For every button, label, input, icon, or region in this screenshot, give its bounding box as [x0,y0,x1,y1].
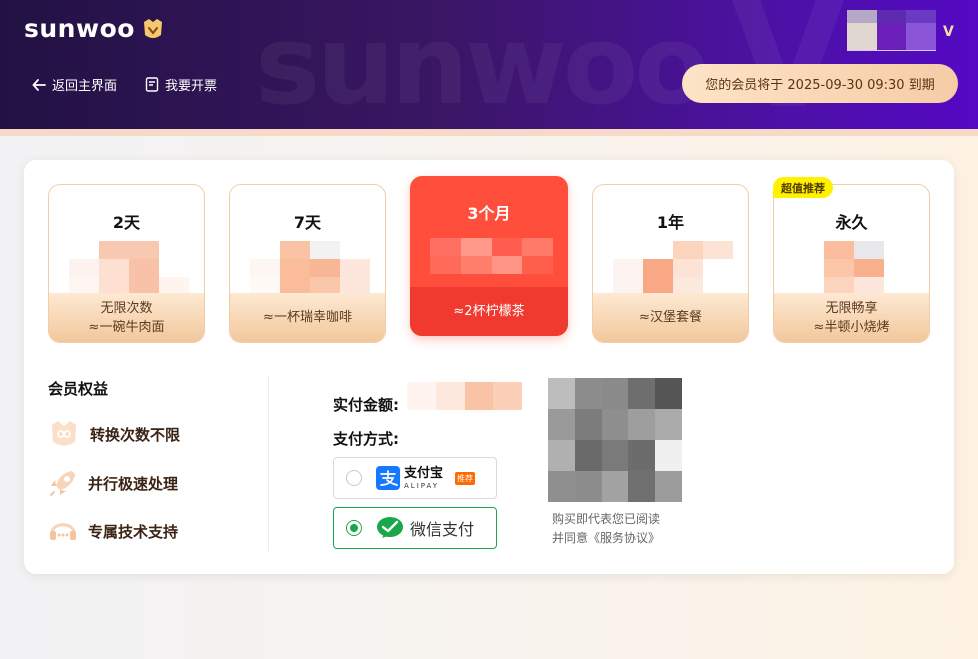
plan-desc-line2: ≈半顿小烧烤 [813,319,890,335]
agreement-text: 购买即代表您已阅读 并同意《服务协议》 [552,510,660,548]
rocket-icon [50,471,75,496]
plan-name: 7天 [293,213,322,232]
service-agreement-link[interactable]: 并同意《服务协议》 [552,529,660,548]
header-bar: sunwoo V sunwoo 返回主界面 我要开票 V 您的会员将于 2025… [0,0,978,129]
arrow-left-icon [32,78,46,91]
membership-expiry-pill: 您的会员将于 2025-09-30 09:30 到期 [682,64,958,103]
plan-desc-line1: 无限次数 [100,300,153,316]
plan-name: 1年 [656,213,685,232]
user-avatar[interactable] [847,10,936,51]
plan-desc-line2: ≈一碗牛肉面 [88,319,165,335]
invoice-button[interactable]: 我要开票 [145,75,217,94]
wechat-pay-name: 微信支付 [410,520,475,539]
alipay-name: 支付宝 [404,465,444,481]
benefit-item: 转换次数不限 [48,419,180,449]
alipay-radio[interactable] [346,470,362,486]
recommend-tag: 推荐 [455,471,476,485]
plan-card-lifetime[interactable]: 永久 无限畅享 ≈半顿小烧烤 [773,184,930,343]
headset-icon [50,523,76,540]
benefit-label: 转换次数不限 [90,425,181,444]
purchase-card: 2天 无限次数 ≈一碗牛肉面 7天 ≈一杯瑞幸咖啡 3个月 ≈2杯柠檬茶 1年 … [24,160,954,574]
payment-method-label: 支付方式: [333,430,399,448]
logo-text: sunwoo [24,14,135,43]
plan-description: ≈汉堡套餐 [593,293,748,342]
plan-desc-line1: ≈汉堡套餐 [639,310,702,325]
plan-desc-line1: ≈2杯柠檬茶 [453,304,525,319]
infinity-icon [52,421,76,446]
plan-card-7days[interactable]: 7天 ≈一杯瑞幸咖啡 [229,184,386,343]
plan-price-blurred [250,241,370,295]
plan-description: 无限次数 ≈一碗牛肉面 [49,293,204,342]
header-stripe [0,129,978,136]
plan-name: 3个月 [467,204,511,223]
plan-list: 2天 无限次数 ≈一碗牛肉面 7天 ≈一杯瑞幸咖啡 3个月 ≈2杯柠檬茶 1年 … [48,176,930,344]
plan-name: 永久 [835,213,868,232]
plan-description: ≈一杯瑞幸咖啡 [230,293,385,342]
plan-desc-line1: 无限畅享 [825,300,878,316]
back-to-main-button[interactable]: 返回主界面 [32,75,117,94]
plan-description: 无限畅享 ≈半顿小烧烤 [774,293,929,342]
crown-badge-icon [143,18,162,38]
plan-card-2days[interactable]: 2天 无限次数 ≈一碗牛肉面 [48,184,205,343]
agreement-line1: 购买即代表您已阅读 [552,512,661,526]
plan-desc-line1: ≈一杯瑞幸咖啡 [263,310,352,325]
back-label: 返回主界面 [52,79,118,94]
alipay-option[interactable]: 支付宝 ALIPAY 推荐 [333,457,497,499]
invoice-label: 我要开票 [165,79,218,94]
benefit-label: 并行极速处理 [88,474,179,493]
plan-description: ≈2杯柠檬茶 [410,287,568,336]
benefit-label: 专属技术支持 [88,522,179,541]
alipay-icon [376,466,400,490]
payment-qr-code-blurred [548,378,682,502]
wechat-radio[interactable] [346,520,362,536]
section-divider [268,376,269,551]
plan-price-blurred [613,241,733,295]
plan-card-1year[interactable]: 1年 ≈汉堡套餐 [592,184,749,343]
wechat-pay-option[interactable]: 微信支付 [333,507,497,549]
vip-badge: V [943,24,954,40]
plan-card-3months[interactable]: 3个月 ≈2杯柠檬茶 [410,176,568,336]
plan-price-blurred [430,238,553,292]
receipt-icon [145,77,159,92]
recommend-badge: 超值推荐 [773,177,833,198]
plan-price-blurred [794,241,914,295]
plan-price-blurred [69,241,189,295]
header-watermark: sunwoo [255,1,710,129]
plan-name: 2天 [112,213,141,232]
benefit-item: 专属技术支持 [48,516,178,546]
amount-label: 实付金额: [333,396,399,414]
alipay-name-en: ALIPAY [404,481,440,490]
wechat-pay-icon [377,517,403,538]
amount-value-blurred [407,382,522,410]
benefits-title: 会员权益 [48,380,109,398]
app-logo: sunwoo [24,14,165,43]
benefit-item: 并行极速处理 [48,468,178,498]
